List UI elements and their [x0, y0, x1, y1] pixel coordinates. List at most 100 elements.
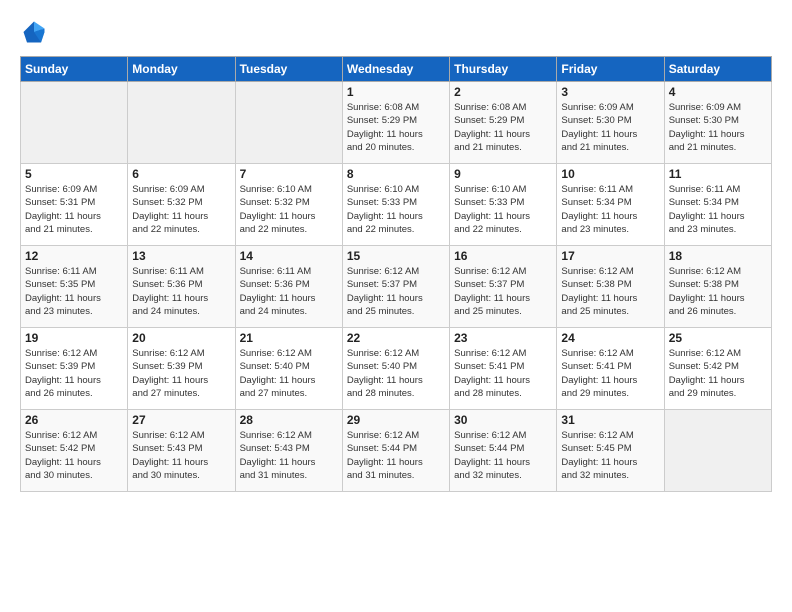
calendar-cell — [235, 82, 342, 164]
cell-text: Sunset: 5:36 PM — [240, 278, 338, 291]
weekday-header-monday: Monday — [128, 57, 235, 82]
cell-text: Daylight: 11 hours — [347, 128, 445, 141]
page: SundayMondayTuesdayWednesdayThursdayFrid… — [0, 0, 792, 612]
cell-text: Sunset: 5:30 PM — [669, 114, 767, 127]
calendar-cell: 8Sunrise: 6:10 AMSunset: 5:33 PMDaylight… — [342, 164, 449, 246]
cell-text: and 24 minutes. — [132, 305, 230, 318]
calendar-cell: 17Sunrise: 6:12 AMSunset: 5:38 PMDayligh… — [557, 246, 664, 328]
day-number: 25 — [669, 331, 767, 345]
calendar-cell: 29Sunrise: 6:12 AMSunset: 5:44 PMDayligh… — [342, 410, 449, 492]
cell-text: and 28 minutes. — [347, 387, 445, 400]
cell-text: Daylight: 11 hours — [132, 374, 230, 387]
calendar-cell: 25Sunrise: 6:12 AMSunset: 5:42 PMDayligh… — [664, 328, 771, 410]
cell-text: Daylight: 11 hours — [561, 456, 659, 469]
cell-text: Daylight: 11 hours — [240, 374, 338, 387]
cell-text: Sunset: 5:45 PM — [561, 442, 659, 455]
cell-text: Sunrise: 6:12 AM — [669, 347, 767, 360]
cell-text: and 25 minutes. — [347, 305, 445, 318]
cell-text: Daylight: 11 hours — [132, 292, 230, 305]
cell-text: Sunrise: 6:09 AM — [132, 183, 230, 196]
cell-text: Sunset: 5:40 PM — [347, 360, 445, 373]
cell-text: Daylight: 11 hours — [132, 456, 230, 469]
calendar-cell: 13Sunrise: 6:11 AMSunset: 5:36 PMDayligh… — [128, 246, 235, 328]
cell-text: Sunset: 5:36 PM — [132, 278, 230, 291]
weekday-header-thursday: Thursday — [450, 57, 557, 82]
day-number: 28 — [240, 413, 338, 427]
cell-text: Sunset: 5:34 PM — [669, 196, 767, 209]
cell-text: Sunset: 5:40 PM — [240, 360, 338, 373]
cell-text: Sunrise: 6:11 AM — [25, 265, 123, 278]
calendar-cell — [664, 410, 771, 492]
week-row-2: 5Sunrise: 6:09 AMSunset: 5:31 PMDaylight… — [21, 164, 772, 246]
cell-text: Sunset: 5:41 PM — [454, 360, 552, 373]
cell-text: and 32 minutes. — [454, 469, 552, 482]
cell-text: Sunset: 5:34 PM — [561, 196, 659, 209]
cell-text: Sunset: 5:38 PM — [669, 278, 767, 291]
day-number: 20 — [132, 331, 230, 345]
cell-text: and 21 minutes. — [25, 223, 123, 236]
weekday-header-sunday: Sunday — [21, 57, 128, 82]
day-number: 15 — [347, 249, 445, 263]
cell-text: and 23 minutes. — [561, 223, 659, 236]
day-number: 12 — [25, 249, 123, 263]
cell-text: Daylight: 11 hours — [25, 456, 123, 469]
cell-text: Daylight: 11 hours — [25, 210, 123, 223]
calendar-cell: 19Sunrise: 6:12 AMSunset: 5:39 PMDayligh… — [21, 328, 128, 410]
cell-text: Sunrise: 6:09 AM — [561, 101, 659, 114]
day-number: 3 — [561, 85, 659, 99]
cell-text: Daylight: 11 hours — [25, 292, 123, 305]
cell-text: Daylight: 11 hours — [240, 210, 338, 223]
cell-text: Daylight: 11 hours — [454, 210, 552, 223]
cell-text: and 22 minutes. — [347, 223, 445, 236]
cell-text: Sunrise: 6:12 AM — [561, 265, 659, 278]
logo-icon — [20, 18, 48, 46]
cell-text: Sunrise: 6:11 AM — [240, 265, 338, 278]
calendar-cell: 9Sunrise: 6:10 AMSunset: 5:33 PMDaylight… — [450, 164, 557, 246]
day-number: 8 — [347, 167, 445, 181]
cell-text: and 22 minutes. — [454, 223, 552, 236]
cell-text: and 30 minutes. — [132, 469, 230, 482]
cell-text: and 23 minutes. — [669, 223, 767, 236]
calendar-cell: 21 Sunrise: 6:12 AMSunset: 5:40 PMDayligh… — [235, 328, 342, 410]
calendar-cell: 23Sunrise: 6:12 AMSunset: 5:41 PMDayligh… — [450, 328, 557, 410]
cell-text: Daylight: 11 hours — [561, 292, 659, 305]
cell-text: and 25 minutes. — [561, 305, 659, 318]
cell-text: Sunset: 5:43 PM — [240, 442, 338, 455]
day-number: 24 — [561, 331, 659, 345]
cell-text: Daylight: 11 hours — [669, 374, 767, 387]
weekday-header-friday: Friday — [557, 57, 664, 82]
day-number: 2 — [454, 85, 552, 99]
cell-text: and 30 minutes. — [25, 469, 123, 482]
cell-text: Sunrise: 6:12 AM — [347, 347, 445, 360]
week-row-3: 12Sunrise: 6:11 AMSunset: 5:35 PMDayligh… — [21, 246, 772, 328]
calendar-cell: 18Sunrise: 6:12 AMSunset: 5:38 PMDayligh… — [664, 246, 771, 328]
day-number: 10 — [561, 167, 659, 181]
cell-text: Sunrise: 6:12 AM — [561, 429, 659, 442]
calendar-cell: 4Sunrise: 6:09 AMSunset: 5:30 PMDaylight… — [664, 82, 771, 164]
cell-text: Sunrise: 6:12 AM — [669, 265, 767, 278]
cell-text: Daylight: 11 hours — [347, 210, 445, 223]
cell-text: Daylight: 11 hours — [347, 456, 445, 469]
cell-text: Daylight: 11 hours — [454, 292, 552, 305]
cell-text: Sunrise: 6:12 AM — [347, 265, 445, 278]
cell-text: and 32 minutes. — [561, 469, 659, 482]
weekday-header-saturday: Saturday — [664, 57, 771, 82]
cell-text: Sunrise: 6:12 AM — [240, 347, 338, 360]
cell-text: and 26 minutes. — [669, 305, 767, 318]
cell-text: Sunset: 5:33 PM — [347, 196, 445, 209]
calendar-cell: 5Sunrise: 6:09 AMSunset: 5:31 PMDaylight… — [21, 164, 128, 246]
cell-text: Daylight: 11 hours — [240, 456, 338, 469]
cell-text: Sunrise: 6:09 AM — [669, 101, 767, 114]
header — [20, 18, 772, 46]
day-number: 21 — [240, 331, 338, 345]
cell-text: Sunrise: 6:12 AM — [25, 347, 123, 360]
weekday-header-tuesday: Tuesday — [235, 57, 342, 82]
cell-text: Sunrise: 6:10 AM — [240, 183, 338, 196]
calendar-cell: 24Sunrise: 6:12 AMSunset: 5:41 PMDayligh… — [557, 328, 664, 410]
cell-text: Daylight: 11 hours — [669, 210, 767, 223]
cell-text: and 31 minutes. — [240, 469, 338, 482]
cell-text: and 20 minutes. — [347, 141, 445, 154]
cell-text: and 25 minutes. — [454, 305, 552, 318]
cell-text: Sunrise: 6:12 AM — [454, 347, 552, 360]
cell-text: Sunrise: 6:12 AM — [454, 429, 552, 442]
